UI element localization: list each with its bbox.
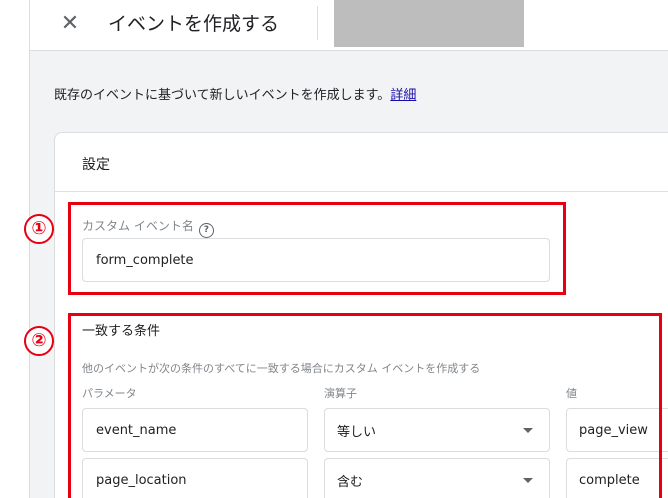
learn-more-link[interactable]: 詳細 (390, 88, 416, 103)
page-title: イベントを作成する (108, 13, 280, 35)
annotation-box-1 (68, 202, 566, 295)
description-text: 既存のイベントに基づいて新しいイベントを作成します。 (54, 88, 391, 103)
annotation-badge-2: ② (24, 326, 54, 356)
annotation-box-2 (68, 313, 662, 498)
annotation-badge-1: ① (24, 214, 54, 244)
create-event-panel: ✕ イベントを作成する 既存のイベントに基づいて新しいイベントを作成します。詳細… (0, 0, 668, 498)
card-divider (55, 191, 668, 192)
card-title: 設定 (82, 157, 110, 173)
redacted-area (334, 0, 524, 47)
description: 既存のイベントに基づいて新しいイベントを作成します。詳細 (54, 86, 416, 106)
header-divider (317, 6, 318, 40)
close-icon[interactable]: ✕ (56, 10, 84, 38)
